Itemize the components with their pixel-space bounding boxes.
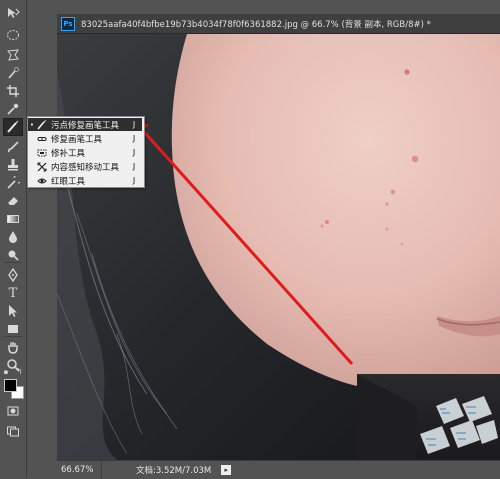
menu-item-label: 修复画笔工具 bbox=[51, 134, 103, 145]
menu-item-label: 内容感知移动工具 bbox=[51, 162, 120, 173]
healing-tools-flyout-menu: • 污点修复画笔工具 J 修复画笔工具 J 修补工具 J 内容感知移动工具 J bbox=[27, 116, 145, 188]
watermark-logo bbox=[420, 396, 498, 454]
menu-item-spot-healing-brush[interactable]: • 污点修复画笔工具 J bbox=[28, 118, 142, 131]
zoom-level[interactable]: 66.67% bbox=[57, 461, 102, 479]
menu-item-content-aware-move[interactable]: 内容感知移动工具 J bbox=[28, 160, 142, 173]
red-eye-icon bbox=[36, 175, 48, 187]
menu-item-healing-brush[interactable]: 修复画笔工具 J bbox=[28, 132, 142, 145]
status-menu-arrow-icon[interactable]: ▸ bbox=[221, 465, 232, 475]
menu-item-label: 红眼工具 bbox=[51, 176, 86, 187]
menu-item-shortcut: J bbox=[132, 120, 136, 129]
content-aware-move-icon bbox=[36, 161, 48, 173]
menu-item-shortcut: J bbox=[132, 148, 136, 157]
document-size-info: 文档:3.52M/7.03M bbox=[136, 466, 212, 476]
menu-item-shortcut: J bbox=[132, 176, 136, 185]
menu-item-shortcut: J bbox=[132, 134, 136, 143]
menu-item-label: 污点修复画笔工具 bbox=[51, 120, 120, 131]
spot-healing-brush-icon bbox=[36, 119, 48, 131]
menu-item-patch[interactable]: 修补工具 J bbox=[28, 146, 142, 159]
menu-item-shortcut: J bbox=[132, 162, 136, 171]
menu-item-bullet: • bbox=[29, 120, 35, 129]
healing-brush-icon bbox=[36, 133, 48, 145]
patch-icon bbox=[36, 147, 48, 159]
menu-item-red-eye[interactable]: 红眼工具 J bbox=[28, 174, 142, 187]
menu-item-label: 修补工具 bbox=[51, 148, 86, 159]
